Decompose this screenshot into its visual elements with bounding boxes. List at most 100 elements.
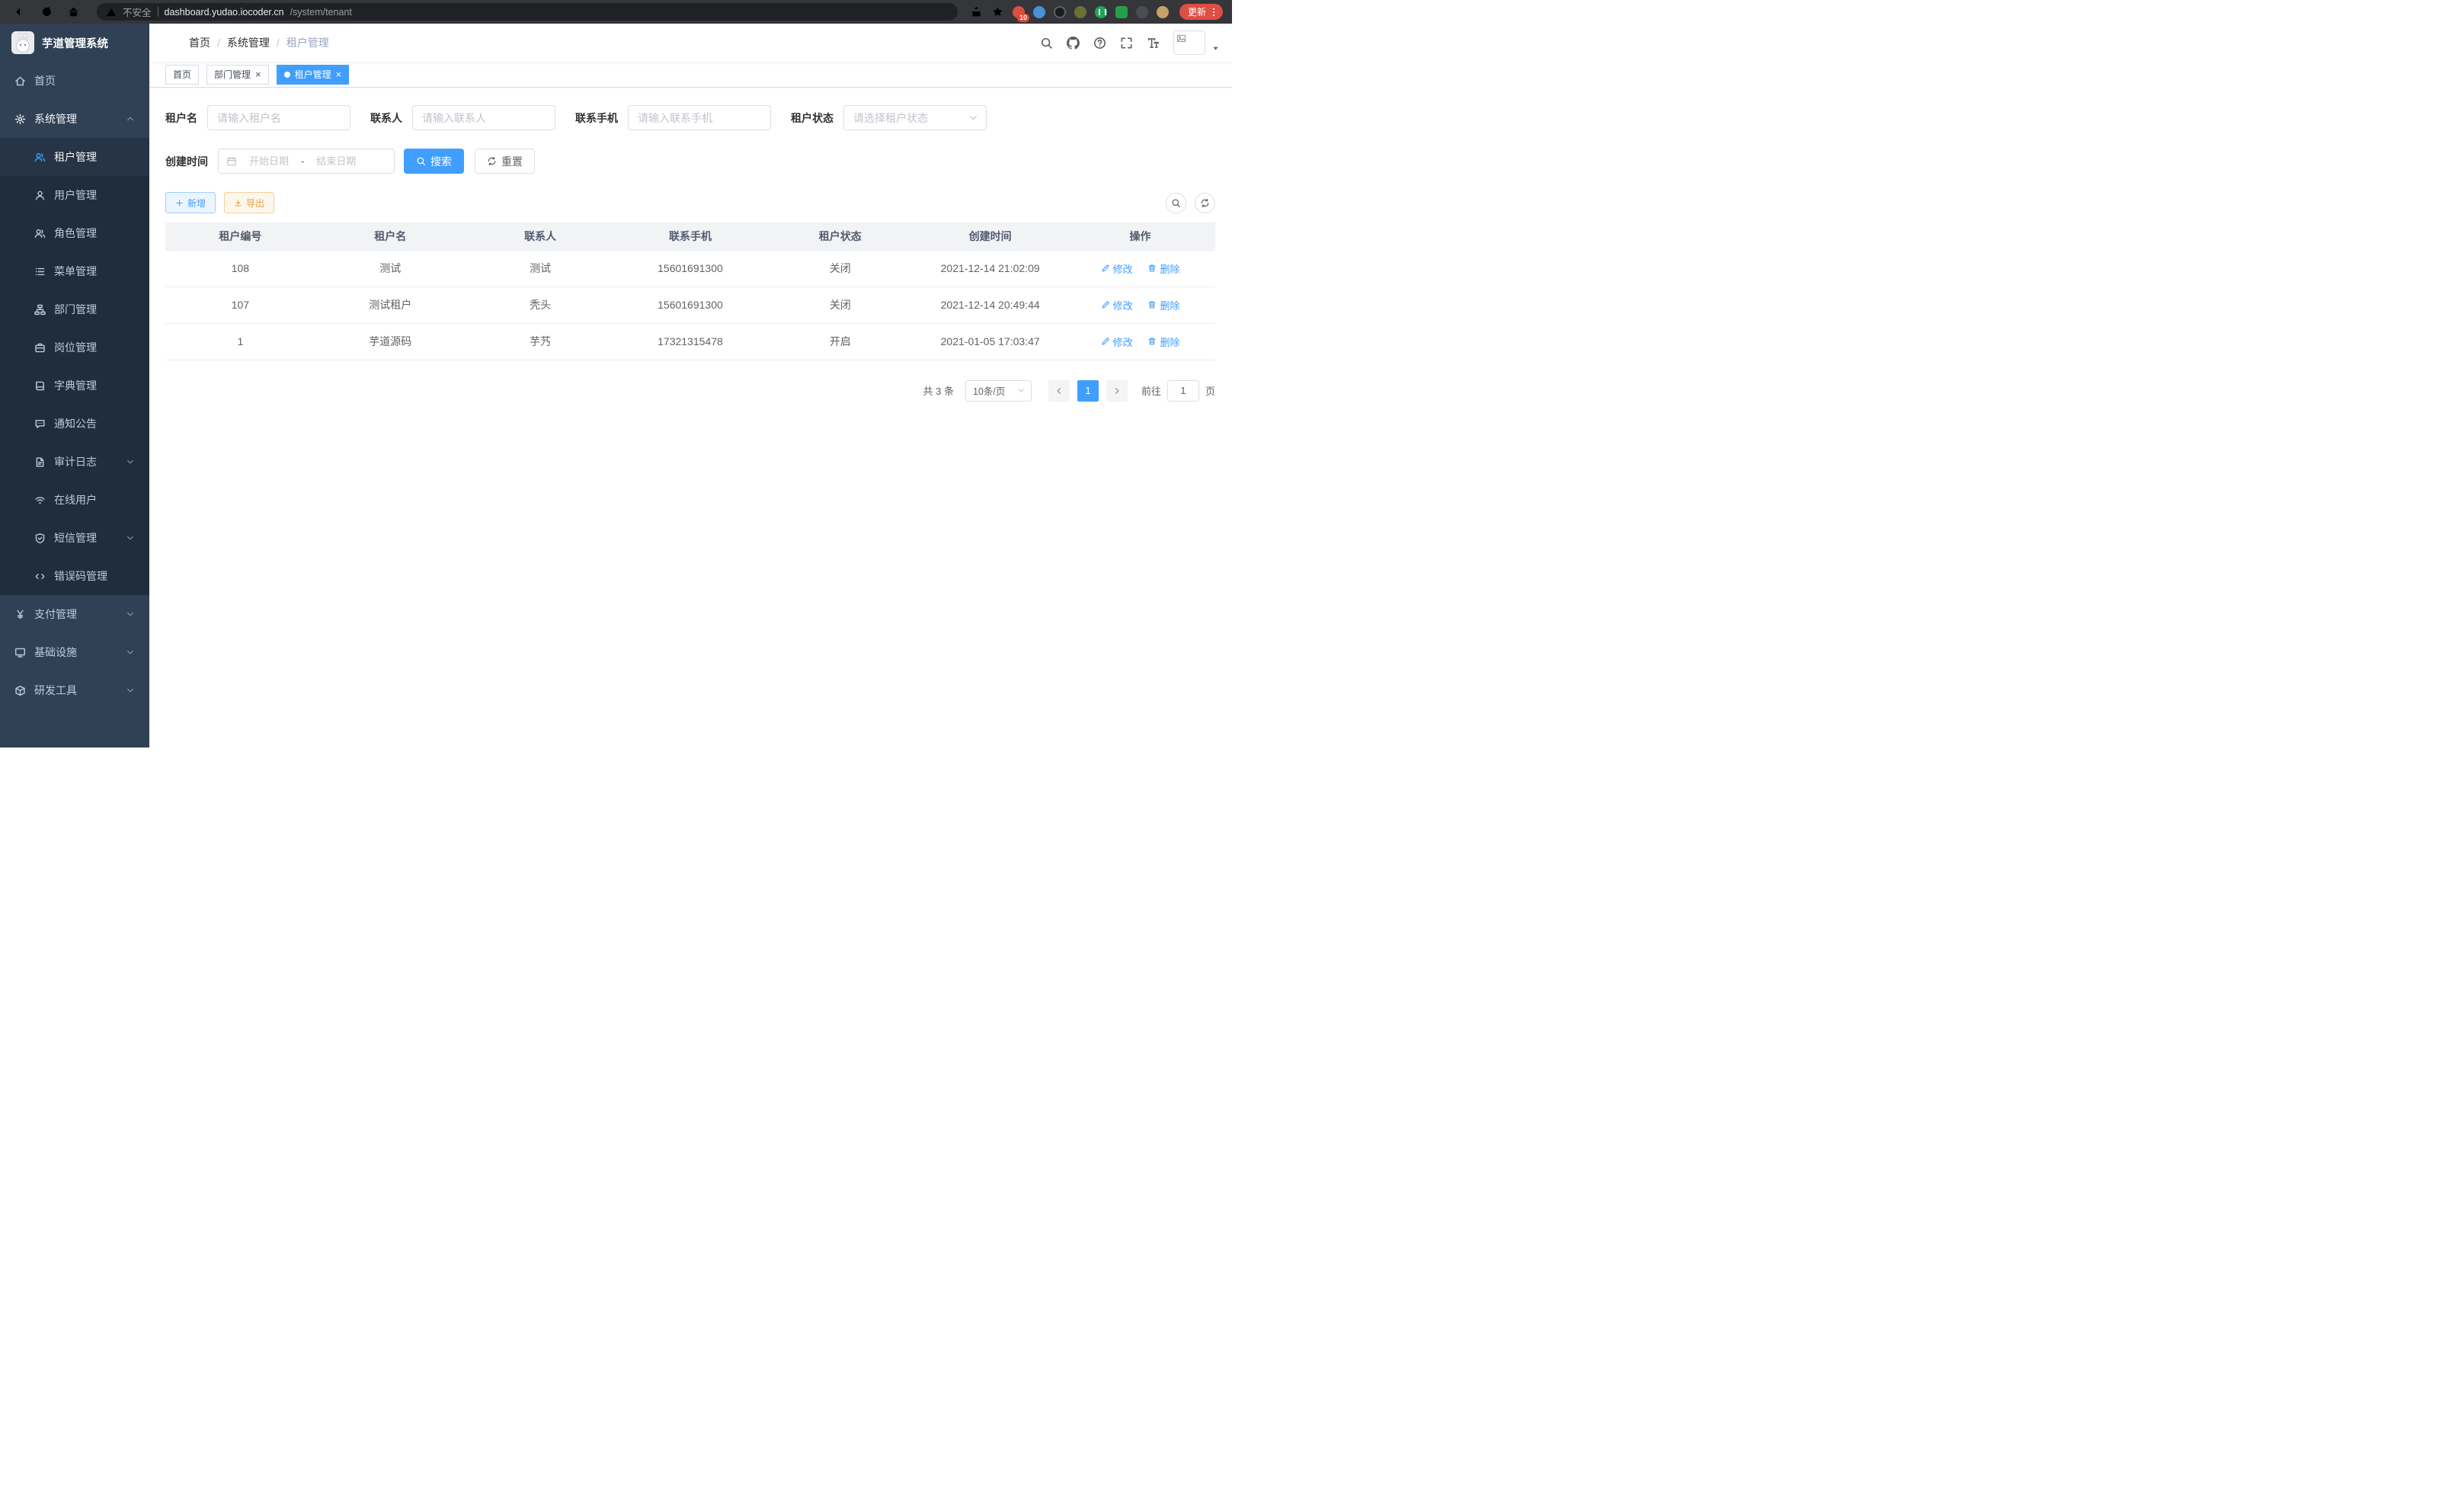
table-header-cell: 租户状态: [765, 222, 915, 250]
extension-icon-5[interactable]: [1095, 6, 1107, 18]
filter-contact: 联系人: [370, 105, 555, 130]
sidebar-item-infra[interactable]: 基础设施: [0, 633, 149, 671]
share-button[interactable]: [970, 5, 983, 18]
cell-status: 关闭: [765, 287, 915, 323]
extension-icon-8[interactable]: [1157, 6, 1169, 18]
delete-button[interactable]: 删除: [1147, 261, 1179, 276]
url-bar[interactable]: 不安全 dashboard.yudao.iocoder.cn/system/te…: [97, 3, 958, 21]
avatar[interactable]: [1173, 30, 1205, 55]
sidebar-item-dict[interactable]: 字典管理: [0, 367, 149, 405]
sidebar-item-sms[interactable]: 短信管理: [0, 519, 149, 557]
sidebar-item-notice[interactable]: 通知公告: [0, 405, 149, 443]
delete-button[interactable]: 删除: [1147, 298, 1179, 312]
reload-button[interactable]: [40, 5, 53, 18]
tag-tenant[interactable]: 租户管理 ×: [277, 65, 350, 85]
sidebar-item-label: 短信管理: [54, 530, 97, 546]
back-button[interactable]: [14, 5, 27, 18]
bookmark-star-button[interactable]: [991, 5, 1004, 18]
edit-button[interactable]: 修改: [1101, 335, 1133, 349]
avatar-caret-icon[interactable]: [1211, 44, 1220, 53]
question-icon[interactable]: [1093, 37, 1106, 50]
table-header-cell: 租户名: [315, 222, 466, 250]
tenant-name-input[interactable]: [207, 105, 350, 130]
sidebar-item-pay[interactable]: 支付管理: [0, 595, 149, 633]
status-select-placeholder: 请选择租户状态: [853, 110, 928, 126]
sidebar-item-home[interactable]: 首页: [0, 62, 149, 100]
logo-image: [11, 31, 34, 54]
github-icon[interactable]: [1067, 37, 1080, 50]
font-size-icon[interactable]: [1147, 37, 1160, 50]
gear-icon: [14, 114, 26, 125]
sidebar-item-online-user[interactable]: 在线用户: [0, 481, 149, 519]
extension-icon-6[interactable]: [1115, 6, 1128, 18]
sidebar-item-user[interactable]: 用户管理: [0, 176, 149, 214]
url-path: /system/tenant: [290, 7, 352, 18]
table-search-toggle-button[interactable]: [1166, 193, 1186, 213]
sidebar-item-role[interactable]: 角色管理: [0, 214, 149, 252]
fullscreen-icon[interactable]: [1120, 37, 1133, 50]
chevron-down-icon: [126, 610, 135, 619]
search-icon[interactable]: [1040, 37, 1053, 50]
delete-button[interactable]: 删除: [1147, 335, 1179, 349]
sidebar-item-dev-tool[interactable]: 研发工具: [0, 671, 149, 709]
page-size-value: 10条/页: [973, 383, 1005, 398]
sidebar-item-audit-log[interactable]: 审计日志: [0, 443, 149, 481]
sidebar-item-label: 研发工具: [34, 683, 77, 698]
navbar-actions: [1040, 30, 1220, 55]
security-warning-icon: [106, 7, 117, 18]
close-icon[interactable]: ×: [255, 69, 261, 79]
delete-label: 删除: [1160, 261, 1179, 276]
close-icon[interactable]: ×: [336, 69, 342, 79]
tag-label: 部门管理: [214, 68, 251, 81]
add-button[interactable]: 新增: [165, 192, 216, 213]
contact-input[interactable]: [412, 105, 555, 130]
logo[interactable]: 芋道管理系统: [0, 24, 149, 62]
extension-icon-7[interactable]: [1136, 6, 1148, 18]
sidebar-toggle-button[interactable]: [162, 36, 176, 50]
edit-button[interactable]: 修改: [1101, 261, 1133, 276]
tag-home[interactable]: 首页: [165, 65, 199, 85]
tag-label: 租户管理: [295, 68, 331, 81]
online-user-icon: [34, 495, 46, 506]
update-label: 更新: [1188, 5, 1206, 18]
start-date-input[interactable]: [241, 155, 297, 167]
browser-actions: 10: [970, 5, 1169, 18]
status-select[interactable]: 请选择租户状态: [843, 105, 987, 130]
next-page-button[interactable]: [1106, 380, 1128, 402]
sidebar-item-label: 角色管理: [54, 226, 97, 241]
edit-button[interactable]: 修改: [1101, 298, 1133, 312]
goto-page-input[interactable]: [1167, 380, 1199, 402]
end-date-input[interactable]: [308, 155, 364, 167]
prev-page-button[interactable]: [1048, 380, 1070, 402]
extension-icon-1[interactable]: 10: [1013, 6, 1025, 18]
sidebar-item-post[interactable]: 岗位管理: [0, 328, 149, 367]
home-button[interactable]: [67, 5, 80, 18]
sidebar-item-system[interactable]: 系统管理: [0, 100, 149, 138]
dept-tree-icon: [34, 304, 46, 315]
tag-dept[interactable]: 部门管理 ×: [206, 65, 269, 85]
page-size-select[interactable]: 10条/页: [965, 380, 1032, 402]
extension-icon-4[interactable]: [1074, 6, 1086, 18]
search-button[interactable]: 搜索: [404, 149, 464, 174]
goto-label: 前往: [1141, 383, 1161, 398]
tenant-name-label: 租户名: [165, 110, 197, 126]
page-1-button[interactable]: 1: [1077, 380, 1099, 402]
extension-icon-3[interactable]: [1054, 6, 1066, 18]
sidebar-item-menu[interactable]: 菜单管理: [0, 252, 149, 290]
sidebar-item-label: 支付管理: [34, 607, 77, 622]
breadcrumb-item-home[interactable]: 首页: [189, 35, 210, 50]
extension-icon-2[interactable]: [1033, 6, 1045, 18]
chrome-update-button[interactable]: 更新: [1179, 4, 1223, 20]
table-refresh-button[interactable]: [1195, 193, 1215, 213]
sidebar-item-dept[interactable]: 部门管理: [0, 290, 149, 328]
breadcrumb-item-system[interactable]: 系统管理: [227, 35, 270, 50]
export-button-label: 导出: [246, 197, 264, 210]
sidebar-item-error-code[interactable]: 错误码管理: [0, 557, 149, 595]
sidebar: 芋道管理系统 首页 系统管理 租户管理 用户管理: [0, 24, 149, 748]
sidebar-item-tenant[interactable]: 租户管理: [0, 138, 149, 176]
mobile-input[interactable]: [628, 105, 771, 130]
breadcrumb-item-current: 租户管理: [286, 35, 329, 50]
export-button[interactable]: 导出: [224, 192, 274, 213]
date-range-picker[interactable]: -: [218, 149, 395, 174]
reset-button[interactable]: 重置: [475, 149, 535, 174]
